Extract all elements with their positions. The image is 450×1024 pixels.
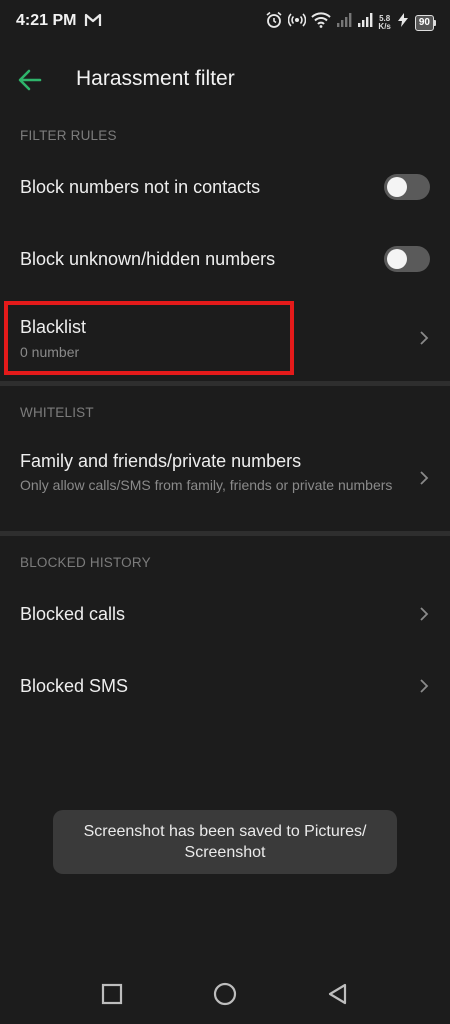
row-title: Block numbers not in contacts (20, 177, 261, 197)
app-header: Harassment filter (0, 58, 450, 102)
chevron-right-icon (420, 607, 429, 621)
status-time: 4:21 PM (16, 12, 77, 29)
back-triangle-icon[interactable] (326, 982, 350, 1006)
toast-text: Screenshot has been saved to Pictures/ S… (83, 823, 367, 861)
block-unknown-hidden-row[interactable]: Block unknown/hidden numbers (0, 232, 450, 286)
highlight-box (4, 301, 294, 375)
status-bar: 4:21 PM 5.8 K/s 90 (0, 0, 450, 44)
toast-message: Screenshot has been saved to Pictures/ S… (53, 810, 397, 874)
block-not-in-contacts-toggle[interactable] (384, 174, 430, 200)
row-title: Block unknown/hidden numbers (20, 249, 276, 269)
block-not-in-contacts-row[interactable]: Block numbers not in contacts (0, 160, 450, 214)
row-subtitle: Only allow calls/SMS from family, friend… (20, 477, 393, 493)
section-divider (0, 381, 450, 386)
row-title: Family and friends/private numbers (20, 451, 302, 471)
alarm-icon (265, 11, 283, 34)
chevron-right-icon (420, 331, 429, 345)
network-speed-unit: K/s (378, 21, 391, 31)
chevron-right-icon (420, 679, 429, 693)
section-divider (0, 531, 450, 536)
row-title: Blocked calls (20, 604, 126, 624)
row-title: Blocked SMS (20, 676, 129, 696)
section-blocked-history-label: BLOCKED HISTORY (20, 555, 151, 570)
gmail-icon (84, 12, 102, 33)
network-speed: 5.8 K/s (378, 14, 391, 31)
blocked-calls-row[interactable]: Blocked calls (0, 588, 450, 642)
navigation-bar (0, 964, 450, 1024)
chevron-right-icon (420, 471, 429, 485)
family-friends-row[interactable]: Family and friends/private numbers Only … (0, 438, 450, 528)
home-circle-icon[interactable] (213, 982, 237, 1006)
toggle-knob (387, 177, 407, 197)
signal-icon (357, 13, 373, 32)
charging-icon (396, 13, 410, 32)
hotspot-icon (288, 12, 307, 33)
section-filter-rules-label: FILTER RULES (20, 128, 117, 143)
back-button[interactable] (14, 64, 54, 96)
block-unknown-hidden-toggle[interactable] (384, 246, 430, 272)
wifi-icon (311, 12, 332, 33)
blocked-sms-row[interactable]: Blocked SMS (0, 660, 450, 714)
signal-icon (336, 13, 352, 32)
section-whitelist-label: WHITELIST (20, 405, 94, 420)
page-title: Harassment filter (76, 67, 235, 90)
toggle-knob (387, 249, 407, 269)
recents-square-icon[interactable] (100, 982, 124, 1006)
battery-level: 90 (414, 14, 434, 31)
battery-icon: 90 (414, 14, 436, 31)
back-arrow-icon (18, 69, 42, 91)
